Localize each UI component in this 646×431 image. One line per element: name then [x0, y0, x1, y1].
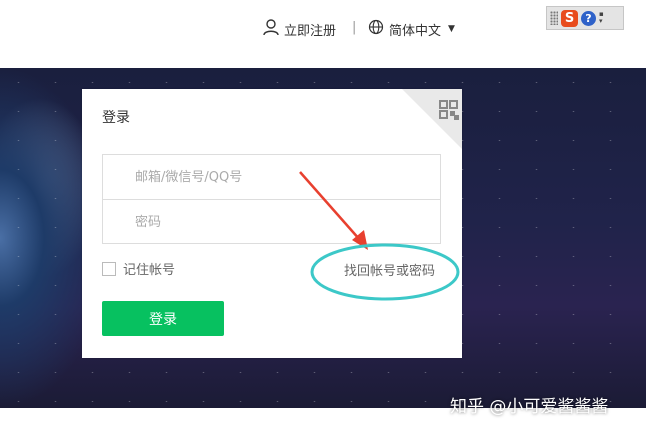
password-input[interactable]	[103, 200, 440, 244]
user-icon	[262, 18, 280, 40]
login-card: 登录 记住帐号 找回帐号或密码 登录	[82, 89, 462, 358]
credential-fields	[102, 154, 441, 244]
remember-label: 记住帐号	[123, 263, 176, 278]
password-row	[103, 199, 440, 244]
account-input[interactable]	[103, 155, 440, 199]
remember-checkbox[interactable]	[102, 261, 116, 276]
menu-arrows-icon[interactable]: ▪ ▾	[599, 11, 607, 25]
sogou-logo-icon[interactable]: S	[561, 9, 578, 27]
register-label: 立即注册	[284, 23, 337, 39]
forgot-account-link[interactable]: 找回帐号或密码	[344, 260, 435, 279]
account-row	[103, 155, 440, 199]
qr-code-toggle[interactable]	[402, 89, 462, 149]
language-selector[interactable]: 简体中文 ▼	[368, 18, 455, 40]
language-label: 简体中文	[389, 23, 442, 39]
register-link[interactable]: 立即注册	[262, 18, 336, 40]
login-button[interactable]: 登录	[102, 301, 224, 336]
top-bar: 立即注册 | 简体中文 ▼ S ? ▪ ▾	[0, 0, 646, 68]
header-separator: |	[352, 20, 357, 35]
globe-icon	[368, 19, 384, 39]
login-title: 登录	[102, 110, 130, 126]
remember-account[interactable]: 记住帐号	[102, 259, 175, 278]
drag-handle-icon[interactable]	[550, 11, 558, 25]
help-icon[interactable]: ?	[581, 10, 596, 26]
watermark: 知乎 @小可爱酱酱酱	[450, 397, 609, 417]
chevron-down-icon: ▼	[448, 24, 455, 34]
ime-toolbar[interactable]: S ? ▪ ▾	[546, 6, 624, 30]
